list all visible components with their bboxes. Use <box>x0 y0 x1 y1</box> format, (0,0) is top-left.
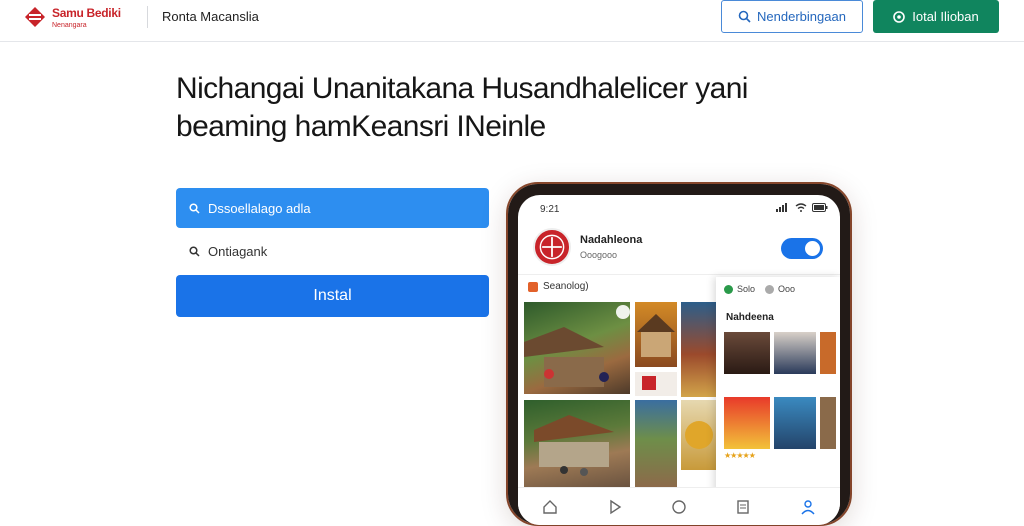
page-title: Nichangai Unanitakana Husandhalelicer ya… <box>176 72 748 143</box>
section-icon <box>528 281 538 292</box>
home-icon[interactable] <box>542 499 558 515</box>
header-divider <box>147 6 148 28</box>
poster-image[interactable] <box>724 397 770 449</box>
house-image <box>637 314 675 357</box>
plus-circle-icon <box>893 10 906 23</box>
cta-button-label: Iotal Ilioban <box>912 9 979 24</box>
app-title: Nadahleona <box>580 234 643 246</box>
rating-stars: ★★★★★ <box>724 451 756 460</box>
search-button-label: Nenderbingaan <box>757 9 846 24</box>
search-input-value: Dssoellalago adla <box>208 200 311 216</box>
app-logo-icon[interactable] <box>533 228 571 266</box>
photo-tile[interactable] <box>820 332 836 374</box>
cta-button[interactable]: Iotal Ilioban <box>873 0 999 33</box>
overlay-title: Nahdeena <box>726 312 774 323</box>
food-image <box>685 421 713 449</box>
chip-solo[interactable]: Solo <box>724 284 755 294</box>
search-button[interactable]: Nenderbingaan <box>721 0 863 33</box>
photo-tile[interactable] <box>635 372 677 396</box>
status-time: 9:21 <box>540 204 560 215</box>
photo-tile[interactable] <box>681 400 716 470</box>
chip-other[interactable]: Ooo <box>765 284 795 294</box>
secondary-input[interactable]: Ontiagank <box>176 235 489 267</box>
logo-icon[interactable] <box>24 6 46 28</box>
overlay-card[interactable]: Solo Ooo Nahdeena ★★★★★ <box>716 277 840 497</box>
badge-icon <box>642 376 656 390</box>
top-bar: Samu Bediki Nenangara Ronta Macanslia Ne… <box>0 0 1024 42</box>
photo-tile[interactable] <box>635 400 677 487</box>
village-image <box>524 305 630 387</box>
brand-name[interactable]: Samu Bediki <box>52 7 121 20</box>
app-subtitle: Ooogooo <box>580 250 618 260</box>
dot-icon <box>765 284 775 294</box>
photo-tile[interactable] <box>681 302 716 397</box>
circle-icon[interactable] <box>671 499 687 515</box>
battery-icon <box>812 203 828 212</box>
wifi-icon <box>795 203 807 212</box>
bottom-nav <box>518 487 840 525</box>
play-icon[interactable] <box>607 499 623 515</box>
photo-tile[interactable] <box>820 397 836 449</box>
secondary-input-value: Ontiagank <box>208 243 268 259</box>
market-image <box>534 415 614 476</box>
search-icon <box>189 245 200 257</box>
phone-screen: 9:21 Nadahleona Ooogooo Seanolog) Solo O… <box>518 195 840 525</box>
photo-tile[interactable] <box>524 302 630 394</box>
profile-icon[interactable] <box>800 499 816 515</box>
brand-tagline: Nenangara <box>52 22 87 29</box>
install-button[interactable]: Instal <box>176 275 489 317</box>
photo-tile[interactable] <box>635 302 677 367</box>
app-toggle[interactable] <box>781 238 823 259</box>
site-name[interactable]: Ronta Macanslia <box>162 9 259 24</box>
section-label-text: Seanolog) <box>543 281 589 292</box>
section-label: Seanolog) <box>528 281 589 292</box>
person-image[interactable] <box>774 397 816 449</box>
signal-icon <box>776 203 787 212</box>
person-image[interactable] <box>774 332 816 374</box>
overlay-chips: Solo Ooo <box>724 284 795 294</box>
search-icon <box>189 202 200 214</box>
photo-tile[interactable] <box>524 400 630 487</box>
person-image[interactable] <box>724 332 770 374</box>
doc-icon[interactable] <box>735 499 751 515</box>
dot-icon <box>724 284 733 294</box>
search-icon <box>738 10 751 23</box>
app-header: Nadahleona Ooogooo <box>518 223 840 275</box>
status-bar: 9:21 <box>518 195 840 221</box>
install-button-label: Instal <box>313 287 352 304</box>
search-input[interactable]: Dssoellalago adla <box>176 188 489 228</box>
